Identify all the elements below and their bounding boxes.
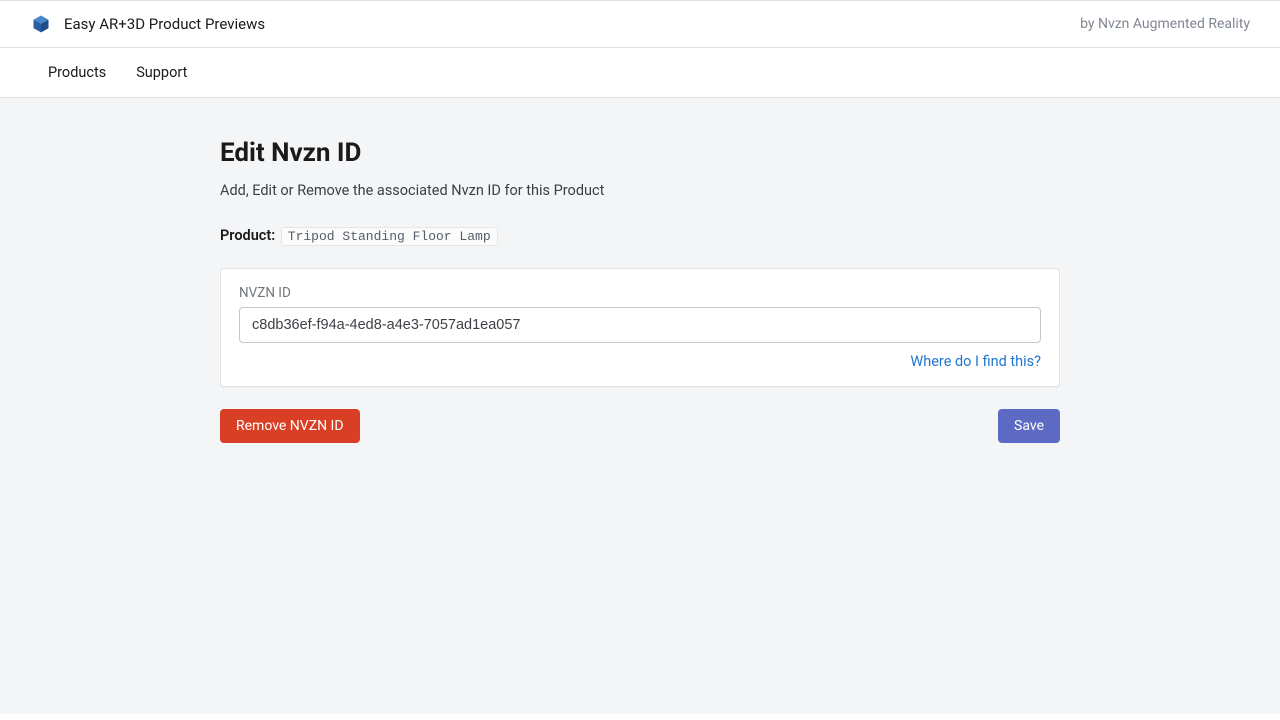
nvzn-id-input[interactable]	[239, 307, 1041, 343]
top-bar-left: Easy AR+3D Product Previews	[30, 13, 265, 35]
nav-support[interactable]: Support	[136, 64, 187, 81]
help-link-row: Where do I find this?	[239, 353, 1041, 370]
nvzn-id-label: NVZN ID	[239, 285, 1041, 301]
app-byline: by Nvzn Augmented Reality	[1080, 16, 1250, 32]
top-bar: Easy AR+3D Product Previews by Nvzn Augm…	[0, 0, 1280, 48]
nvzn-id-card: NVZN ID Where do I find this?	[220, 268, 1060, 387]
app-cube-icon	[30, 13, 52, 35]
product-label: Product:	[220, 227, 275, 244]
product-row: Product: Tripod Standing Floor Lamp	[220, 227, 1060, 246]
content-container: Edit Nvzn ID Add, Edit or Remove the ass…	[200, 138, 1080, 443]
app-title: Easy AR+3D Product Previews	[64, 15, 265, 33]
page-body: Edit Nvzn ID Add, Edit or Remove the ass…	[0, 98, 1280, 714]
product-name-badge: Tripod Standing Floor Lamp	[281, 227, 498, 246]
nav-bar: Products Support	[0, 48, 1280, 98]
action-row: Remove NVZN ID Save	[220, 409, 1060, 443]
nav-products[interactable]: Products	[48, 64, 106, 81]
save-button[interactable]: Save	[998, 409, 1060, 443]
page-title: Edit Nvzn ID	[220, 138, 1060, 168]
remove-button[interactable]: Remove NVZN ID	[220, 409, 360, 443]
help-link[interactable]: Where do I find this?	[910, 353, 1041, 370]
page-subtitle: Add, Edit or Remove the associated Nvzn …	[220, 182, 1060, 199]
